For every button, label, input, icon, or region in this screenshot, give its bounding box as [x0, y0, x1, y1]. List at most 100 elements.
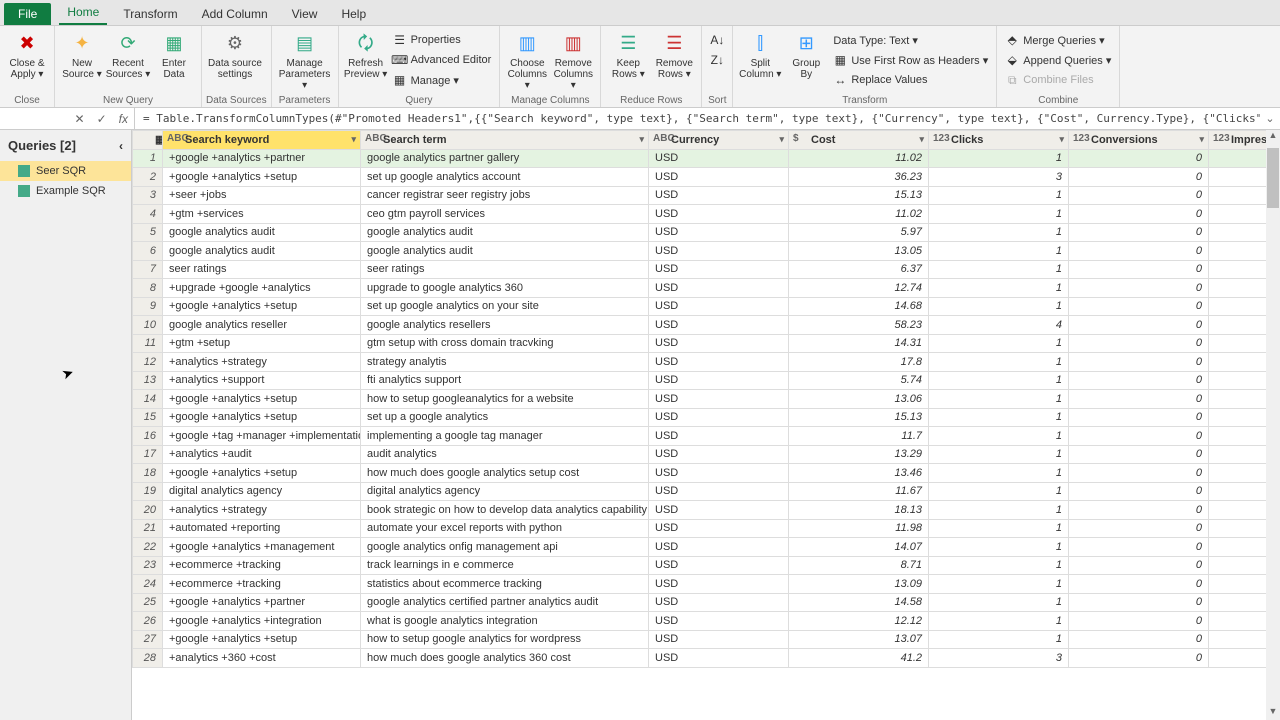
row-number[interactable]: 7 [133, 260, 163, 279]
cell[interactable]: audit analytics [361, 445, 649, 464]
cell[interactable]: +google +analytics +partner [163, 593, 361, 612]
cell[interactable]: 8.71 [789, 556, 929, 575]
row-number[interactable]: 9 [133, 297, 163, 316]
accept-formula-icon[interactable]: ✓ [97, 112, 107, 126]
column-header[interactable]: ABCSearch keyword▾ [163, 131, 361, 150]
cell[interactable]: 11.7 [789, 427, 929, 446]
cell[interactable]: 0 [1069, 519, 1209, 538]
first-row-headers-button[interactable]: ▦Use First Row as Headers ▾ [829, 50, 992, 70]
table-row[interactable]: 13+analytics +supportfti analytics suppo… [133, 371, 1280, 390]
cell[interactable]: 17.8 [789, 353, 929, 372]
row-number[interactable]: 27 [133, 630, 163, 649]
cell[interactable]: +google +analytics +setup [163, 168, 361, 187]
cell[interactable]: 1 [929, 464, 1069, 483]
table-row[interactable]: 14+google +analytics +setuphow to setup … [133, 390, 1280, 409]
column-header[interactable]: 123Clicks▾ [929, 131, 1069, 150]
scroll-up-icon[interactable]: ▲ [1266, 130, 1280, 144]
table-row[interactable]: 10google analytics resellergoogle analyt… [133, 316, 1280, 335]
cell[interactable]: USD [649, 390, 789, 409]
sort-desc-button[interactable]: Z↓ [706, 50, 728, 70]
table-row[interactable]: 12+analytics +strategystrategy analytisU… [133, 353, 1280, 372]
keep-rows-button[interactable]: ☰ KeepRows ▾ [605, 28, 651, 92]
collapse-icon[interactable]: ‹ [119, 139, 123, 153]
cell[interactable]: USD [649, 408, 789, 427]
filter-dropdown-icon[interactable]: ▾ [639, 134, 644, 145]
cell[interactable]: 1 [929, 334, 1069, 353]
cell[interactable]: 1 [929, 371, 1069, 390]
close-apply-button[interactable]: ✖ Close &Apply ▾ [4, 28, 50, 92]
recent-sources-button[interactable]: ⟳ RecentSources ▾ [105, 28, 151, 92]
advanced-editor-button[interactable]: ⌨Advanced Editor [389, 50, 496, 70]
cell[interactable]: USD [649, 297, 789, 316]
cell[interactable]: 13.05 [789, 242, 929, 261]
vertical-scrollbar[interactable]: ▲ ▼ [1266, 130, 1280, 720]
cell[interactable]: +gtm +services [163, 205, 361, 224]
row-number[interactable]: 8 [133, 279, 163, 298]
cell[interactable]: USD [649, 519, 789, 538]
table-row[interactable]: 2+google +analytics +setupset up google … [133, 168, 1280, 187]
cell[interactable]: USD [649, 242, 789, 261]
cell[interactable]: USD [649, 316, 789, 335]
query-item-example-sqr[interactable]: Example SQR [0, 181, 131, 201]
row-number[interactable]: 2 [133, 168, 163, 187]
cell[interactable]: 41.2 [789, 649, 929, 668]
expand-formula-icon[interactable]: ⌄ [1260, 112, 1280, 125]
cell[interactable]: USD [649, 649, 789, 668]
corner-cell[interactable]: ▦ [133, 131, 163, 150]
table-row[interactable]: 28+analytics +360 +costhow much does goo… [133, 649, 1280, 668]
remove-columns-button[interactable]: ▥ RemoveColumns ▾ [550, 28, 596, 92]
cell[interactable]: google analytics partner gallery [361, 149, 649, 168]
table-row[interactable]: 1+google +analytics +partnergoogle analy… [133, 149, 1280, 168]
row-number[interactable]: 28 [133, 649, 163, 668]
cell[interactable]: 0 [1069, 501, 1209, 520]
table-row[interactable]: 4+gtm +servicesceo gtm payroll servicesU… [133, 205, 1280, 224]
row-number[interactable]: 22 [133, 538, 163, 557]
cell[interactable]: +ecommerce +tracking [163, 556, 361, 575]
cell[interactable]: 15.13 [789, 186, 929, 205]
cell[interactable]: 11.02 [789, 205, 929, 224]
cell[interactable]: 0 [1069, 445, 1209, 464]
append-queries-button[interactable]: ⬙Append Queries ▾ [1001, 50, 1115, 70]
cell[interactable]: 1 [929, 575, 1069, 594]
table-row[interactable]: 8+upgrade +google +analyticsupgrade to g… [133, 279, 1280, 298]
remove-rows-button[interactable]: ☰ RemoveRows ▾ [651, 28, 697, 92]
cell[interactable]: +google +analytics +setup [163, 297, 361, 316]
row-number[interactable]: 21 [133, 519, 163, 538]
cell[interactable]: set up a google analytics [361, 408, 649, 427]
tab-transform[interactable]: Transform [115, 3, 185, 25]
cell[interactable]: how to setup google analytics for wordpr… [361, 630, 649, 649]
cell[interactable]: +analytics +strategy [163, 501, 361, 520]
cell[interactable]: USD [649, 223, 789, 242]
cell[interactable]: 3 [929, 168, 1069, 187]
cell[interactable]: 58.23 [789, 316, 929, 335]
cell[interactable]: ceo gtm payroll services [361, 205, 649, 224]
cell[interactable]: +analytics +360 +cost [163, 649, 361, 668]
cell[interactable]: +upgrade +google +analytics [163, 279, 361, 298]
row-number[interactable]: 25 [133, 593, 163, 612]
cell[interactable]: upgrade to google analytics 360 [361, 279, 649, 298]
cell[interactable]: 0 [1069, 630, 1209, 649]
cell[interactable]: 1 [929, 408, 1069, 427]
cell[interactable]: 0 [1069, 575, 1209, 594]
cell[interactable]: 1 [929, 501, 1069, 520]
cell[interactable]: 0 [1069, 149, 1209, 168]
cell[interactable]: +google +analytics +setup [163, 464, 361, 483]
table-row[interactable]: 24+ecommerce +trackingstatistics about e… [133, 575, 1280, 594]
cell[interactable]: 13.09 [789, 575, 929, 594]
cell[interactable]: 1 [929, 445, 1069, 464]
table-row[interactable]: 19digital analytics agencydigital analyt… [133, 482, 1280, 501]
cell[interactable]: 0 [1069, 334, 1209, 353]
cell[interactable]: strategy analytis [361, 353, 649, 372]
cell[interactable]: 0 [1069, 297, 1209, 316]
cell[interactable]: track learnings in e commerce [361, 556, 649, 575]
tab-view[interactable]: View [284, 3, 326, 25]
new-source-button[interactable]: ✦ NewSource ▾ [59, 28, 105, 92]
cell[interactable]: +google +analytics +setup [163, 630, 361, 649]
cell[interactable]: google analytics audit [163, 223, 361, 242]
cell[interactable]: +analytics +strategy [163, 353, 361, 372]
cell[interactable]: 13.06 [789, 390, 929, 409]
cell[interactable]: 0 [1069, 538, 1209, 557]
sort-asc-button[interactable]: A↓ [706, 30, 728, 50]
cell[interactable]: USD [649, 593, 789, 612]
table-row[interactable]: 5google analytics auditgoogle analytics … [133, 223, 1280, 242]
